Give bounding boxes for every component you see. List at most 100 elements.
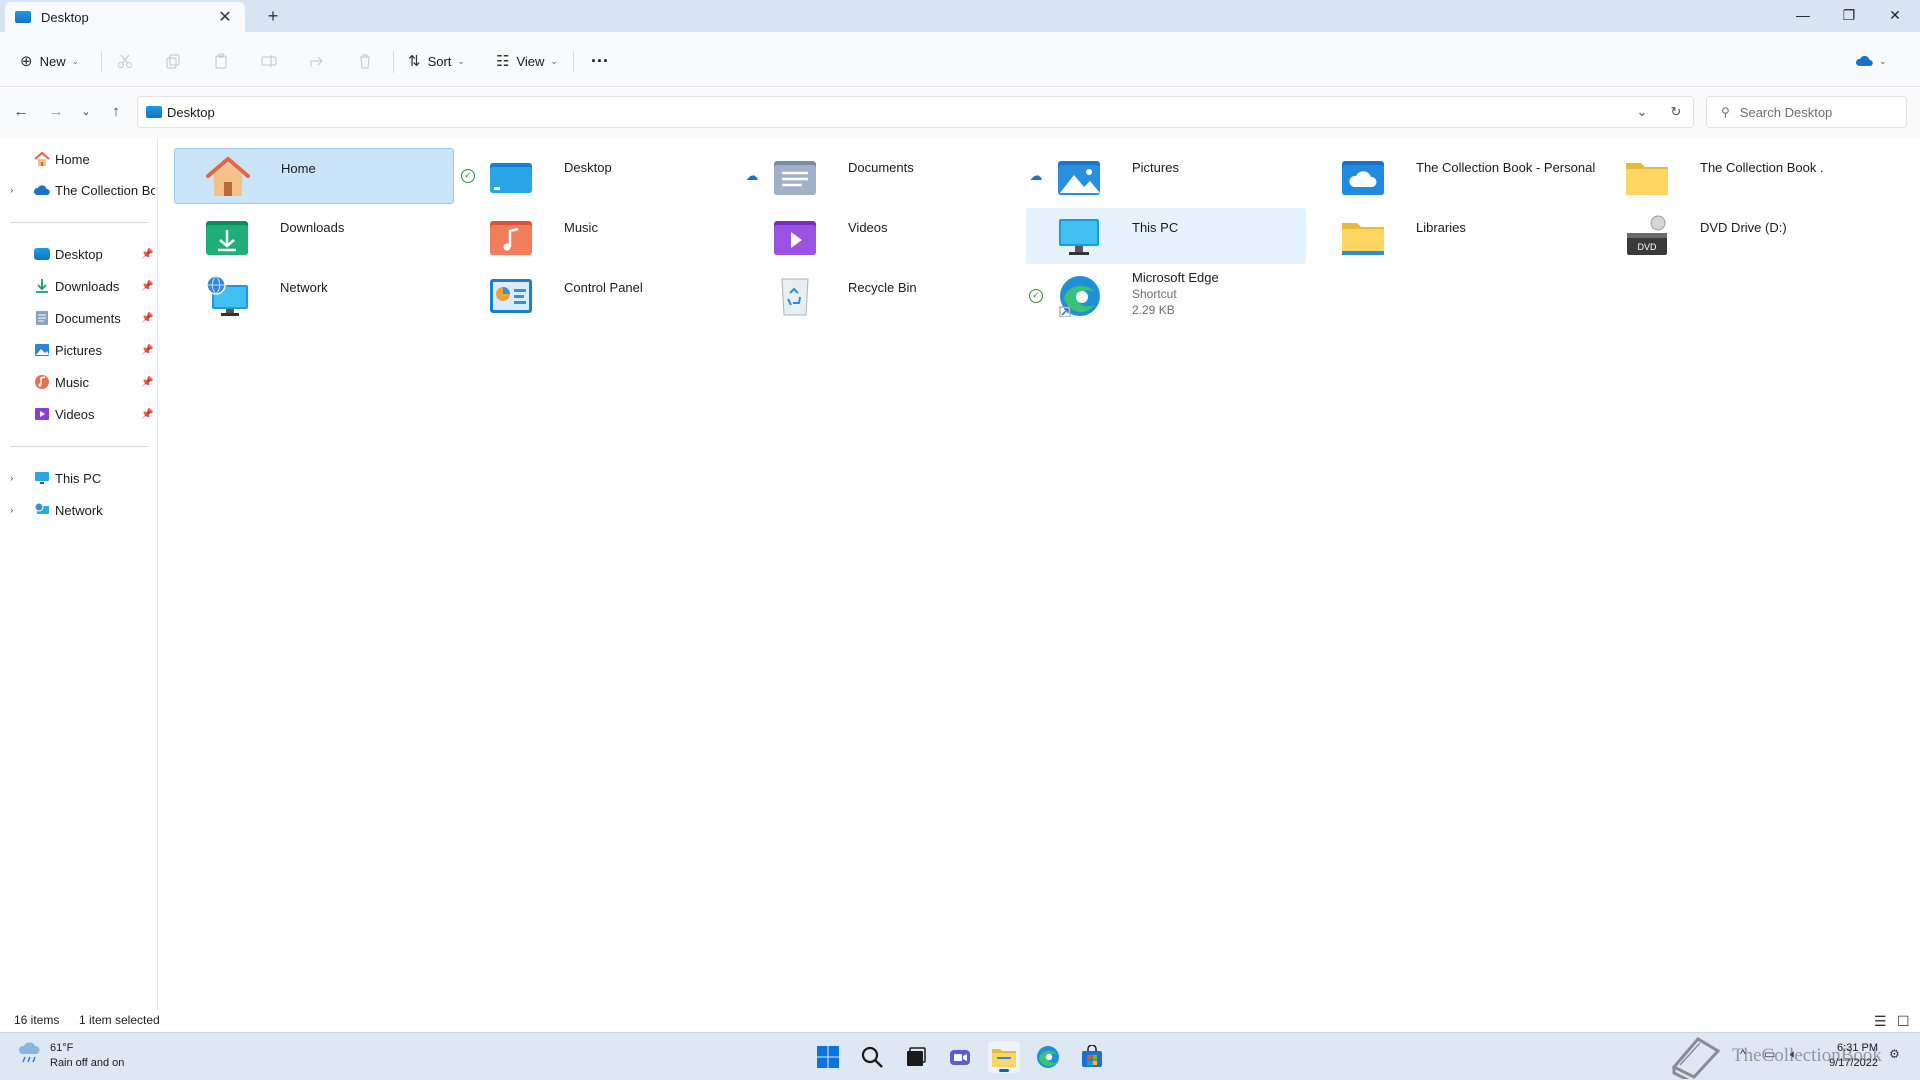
delete-button[interactable] [357,45,373,77]
item-downloads[interactable]: Downloads [174,208,454,264]
address-history-button[interactable]: ⌄ [1625,104,1659,120]
item-dvd-drive[interactable]: DVD DVD Drive (D:) [1594,208,1874,264]
file-explorer-taskbar-button[interactable] [988,1041,1020,1073]
item-music[interactable]: Music [458,208,738,264]
file-list: Home ✓ Desktop ☁ Documents ☁ Pictures Th… [159,138,1920,1010]
volume-icon[interactable]: 🔈︎ [1790,1047,1797,1062]
sidebar-item-desktop[interactable]: Desktop 📌 [0,240,158,268]
new-button[interactable]: ⊕ New ⌄ [20,45,79,77]
sidebar-item-documents[interactable]: Documents 📌 [0,304,158,332]
item-name: Desktop [564,160,612,175]
minimize-button[interactable]: — [1780,0,1826,32]
more-options-button[interactable]: ··· [591,45,609,77]
address-bar[interactable]: Desktop ⌄ ↻ [137,96,1694,128]
system-clock[interactable]: 6:31 PM 9/17/2022 [1810,1041,1878,1071]
sidebar-item-network[interactable]: › Network [0,496,158,524]
close-tab-icon[interactable]: ✕ [215,7,235,27]
chevron-right-icon[interactable]: › [10,473,13,484]
item-recycle-bin[interactable]: Recycle Bin [742,268,1022,324]
item-pictures[interactable]: Pictures [1026,148,1306,204]
sidebar-divider [10,446,148,447]
edge-taskbar-button[interactable] [1032,1041,1064,1073]
tiles-view-button[interactable]: ☐ [1897,1013,1910,1030]
search-input[interactable]: ⚲ Search Desktop [1706,96,1907,128]
details-view-button[interactable]: ☰ [1874,1013,1887,1030]
maximize-button[interactable]: ❐ [1826,0,1872,32]
paste-button[interactable] [213,45,229,77]
item-onedrive[interactable]: The Collection Book - Personal [1310,148,1595,204]
command-bar: ⊕ New ⌄ ⇅ Sort ⌄ ☷ View ⌄ ··· ⌄ [0,32,1920,87]
search-icon: ⚲ [1721,105,1730,119]
item-name: Documents [848,160,914,175]
item-control-panel[interactable]: Control Panel [458,268,738,324]
toolbar-divider [101,51,102,73]
weather-widget[interactable]: 61°F Rain off and on [18,1041,124,1071]
desktop-icon [34,248,50,260]
chat-button[interactable] [944,1041,976,1073]
item-videos[interactable]: Videos [742,208,1022,264]
videos-folder-icon [774,221,816,255]
item-home[interactable]: Home [174,148,454,204]
view-button[interactable]: ☷ View ⌄ [496,45,558,77]
pin-icon: 📌 [141,280,154,292]
share-button[interactable] [309,45,325,77]
new-button-label: New [39,53,66,69]
breadcrumb-desktop[interactable]: Desktop [167,105,1625,120]
forward-button[interactable]: → [44,100,68,124]
chevron-right-icon[interactable]: › [10,185,13,196]
view-button-label: View [516,53,545,69]
tab-desktop[interactable]: Desktop ✕ [5,2,245,32]
onedrive-button[interactable]: ⌄ [1855,45,1887,77]
task-view-button[interactable] [900,1041,932,1073]
sidebar-item-music[interactable]: Music 📌 [0,368,158,396]
recent-locations-button[interactable]: ⌄ [74,100,98,124]
sidebar-item-videos[interactable]: Videos 📌 [0,400,158,428]
item-microsoft-edge[interactable]: Microsoft Edge Shortcut 2.29 KB [1026,268,1306,324]
clock-time: 6:31 PM [1837,1042,1878,1054]
weather-description: Rain off and on [50,1057,125,1069]
tab-title: Desktop [41,9,89,25]
cut-button[interactable] [117,45,133,77]
copy-button[interactable] [165,45,181,77]
downloads-folder-icon [206,221,248,255]
sidebar-item-this-pc[interactable]: › This PC [0,464,158,492]
sidebar-item-pictures[interactable]: Pictures 📌 [0,336,158,364]
back-button[interactable]: ← [9,100,33,124]
sidebar-item-downloads[interactable]: Downloads 📌 [0,272,158,300]
copy-icon [166,54,180,69]
chevron-right-icon[interactable]: › [10,505,13,516]
show-hidden-icons-button[interactable]: ^ [1740,1047,1746,1061]
item-name: Libraries [1416,220,1466,235]
refresh-button[interactable]: ↻ [1659,104,1693,120]
pin-icon: 📌 [141,408,154,420]
dvd-badge: DVD [1637,242,1657,252]
item-libraries[interactable]: Libraries [1310,208,1590,264]
item-name: Recycle Bin [848,280,917,295]
item-network[interactable]: Network [174,268,454,324]
notifications-icon[interactable]: ⚙ [1889,1047,1900,1061]
dvd-drive-icon: DVD [1627,215,1667,255]
item-collection-book-folder[interactable]: The Collection Book . [1594,148,1874,204]
sort-button[interactable]: ⇅ Sort ⌄ [408,45,465,77]
sidebar-item-home[interactable]: Home [0,145,158,173]
rename-button[interactable] [261,45,277,77]
new-tab-button[interactable]: + [260,4,286,28]
pin-icon: 📌 [141,376,154,388]
store-taskbar-button[interactable] [1076,1041,1108,1073]
up-button[interactable]: ↑ [104,100,128,124]
network-status-icon[interactable]: ▭ [1764,1047,1775,1061]
sidebar-item-onedrive[interactable]: › The Collection Book - Personal [0,176,158,204]
start-button[interactable] [812,1041,844,1073]
item-documents[interactable]: Documents [742,148,1022,204]
close-window-button[interactable]: ✕ [1872,0,1918,32]
item-desktop[interactable]: Desktop [458,148,738,204]
item-name: DVD Drive (D:) [1700,220,1787,235]
sidebar-item-label: Documents [55,310,121,326]
item-name: Downloads [280,220,345,235]
taskbar-search-button[interactable] [856,1041,888,1073]
taskbar: 61°F Rain off and on ^ ▭ 🔈︎ 6:31 PM 9/17… [0,1032,1920,1080]
item-name: Videos [848,220,888,235]
chevron-down-icon: ⌄ [457,55,465,66]
item-name: Network [280,280,328,295]
item-this-pc[interactable]: This PC [1026,208,1306,264]
